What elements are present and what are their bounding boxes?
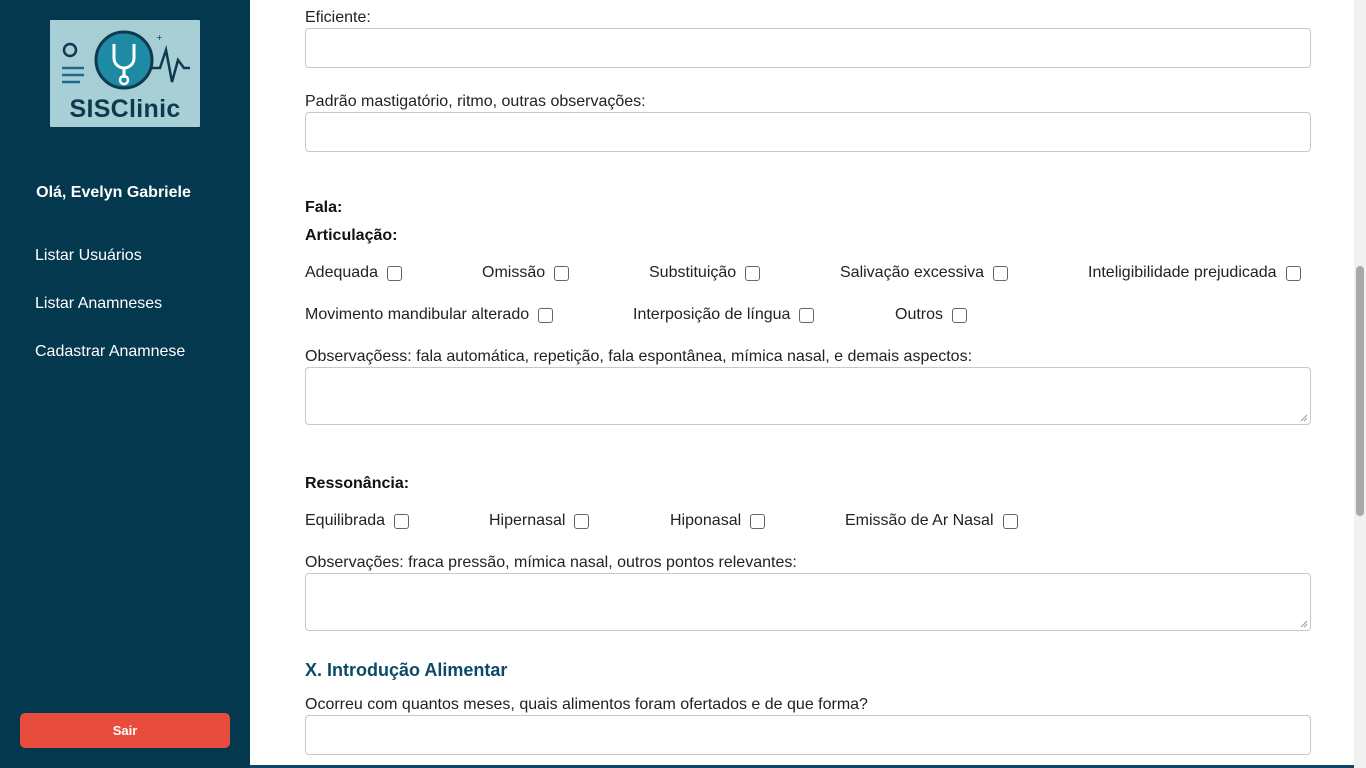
interposicao-lingua-checkbox[interactable] xyxy=(799,307,815,323)
option-outros[interactable]: Outros xyxy=(895,306,968,324)
padrao-mastigatorio-label: Padrão mastigatório, ritmo, outras obser… xyxy=(305,93,646,110)
substituicao-checkbox[interactable] xyxy=(745,265,761,281)
equilibrada-checkbox[interactable] xyxy=(394,513,410,529)
option-label: Hiponasal xyxy=(670,512,742,529)
nav-listar-usuarios[interactable]: Listar Usuários xyxy=(35,247,142,265)
emissao-ar-nasal-checkbox[interactable] xyxy=(1002,513,1018,529)
outros-checkbox[interactable] xyxy=(952,307,968,323)
logo-text: SISClinic xyxy=(69,95,181,123)
option-salivacao-excessiva[interactable]: Salivação excessiva xyxy=(840,264,1009,282)
fala-heading: Fala: xyxy=(305,199,343,216)
logout-button[interactable]: Sair xyxy=(20,713,230,748)
hiponasal-checkbox[interactable] xyxy=(750,513,766,529)
eficiente-input[interactable] xyxy=(305,28,1311,68)
main-form: Eficiente: Padrão mastigatório, ritmo, o… xyxy=(250,0,1354,768)
resize-grip-icon[interactable] xyxy=(1300,620,1308,628)
sisclinic-logo: + SISClinic xyxy=(50,20,200,127)
option-hipernasal[interactable]: Hipernasal xyxy=(489,512,590,530)
option-label: Hipernasal xyxy=(489,512,566,529)
resize-grip-icon[interactable] xyxy=(1300,414,1308,422)
obs-ressonancia-textarea[interactable] xyxy=(305,573,1311,631)
option-label: Interposição de língua xyxy=(633,306,791,323)
introducao-alimentar-label: Ocorreu com quantos meses, quais aliment… xyxy=(305,696,868,713)
option-label: Substituição xyxy=(649,264,737,281)
option-substituicao[interactable]: Substituição xyxy=(649,264,761,282)
option-movimento-mandibular[interactable]: Movimento mandibular alterado xyxy=(305,306,554,324)
page-scrollbar[interactable] xyxy=(1354,0,1366,768)
hipernasal-checkbox[interactable] xyxy=(574,513,590,529)
eficiente-label: Eficiente: xyxy=(305,9,371,26)
introducao-alimentar-input[interactable] xyxy=(305,715,1311,755)
articulacao-heading: Articulação: xyxy=(305,227,398,244)
adequada-checkbox[interactable] xyxy=(386,265,402,281)
ressonancia-heading: Ressonância: xyxy=(305,475,410,492)
option-label: Adequada xyxy=(305,264,378,281)
salivacao-excessiva-checkbox[interactable] xyxy=(993,265,1009,281)
option-label: Outros xyxy=(895,306,944,323)
obs-fala-textarea[interactable] xyxy=(305,367,1311,425)
omissao-checkbox[interactable] xyxy=(554,265,570,281)
option-omissao[interactable]: Omissão xyxy=(482,264,570,282)
option-hiponasal[interactable]: Hiponasal xyxy=(670,512,766,530)
obs-fala-label: Observaçõess: fala automática, repetição… xyxy=(305,348,973,365)
svg-text:+: + xyxy=(156,33,163,42)
option-inteligibilidade-prejudicada[interactable]: Inteligibilidade prejudicada xyxy=(1088,264,1301,282)
option-label: Omissão xyxy=(482,264,546,281)
option-emissao-ar-nasal[interactable]: Emissão de Ar Nasal xyxy=(845,512,1018,530)
option-interposicao-lingua[interactable]: Interposição de língua xyxy=(633,306,815,324)
obs-ressonancia-label: Observações: fraca pressão, mímica nasal… xyxy=(305,554,797,571)
movimento-mandibular-checkbox[interactable] xyxy=(538,307,554,323)
nav-listar-anamneses[interactable]: Listar Anamneses xyxy=(35,295,162,313)
option-label: Inteligibilidade prejudicada xyxy=(1088,264,1277,281)
option-label: Salivação excessiva xyxy=(840,264,985,281)
inteligibilidade-prejudicada-checkbox[interactable] xyxy=(1285,265,1301,281)
section-title-introducao-alimentar: X. Introdução Alimentar xyxy=(305,660,508,680)
scrollbar-thumb[interactable] xyxy=(1356,266,1364,516)
sidebar: + SISClinic Olá, Evelyn Gabriele Listar … xyxy=(0,0,250,768)
padrao-mastigatorio-input[interactable] xyxy=(305,112,1311,152)
nav-cadastrar-anamnese[interactable]: Cadastrar Anamnese xyxy=(35,343,185,361)
option-label: Movimento mandibular alterado xyxy=(305,306,530,323)
option-label: Emissão de Ar Nasal xyxy=(845,512,994,529)
option-adequada[interactable]: Adequada xyxy=(305,264,402,282)
option-equilibrada[interactable]: Equilibrada xyxy=(305,512,410,530)
option-label: Equilibrada xyxy=(305,512,386,529)
user-greeting: Olá, Evelyn Gabriele xyxy=(36,184,191,201)
